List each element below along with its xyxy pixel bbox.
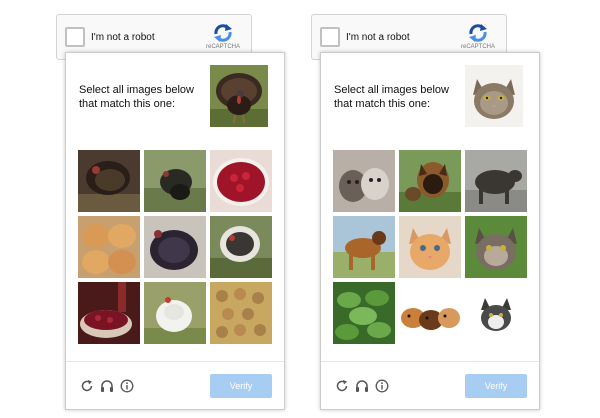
recaptcha-arrows-icon (214, 24, 232, 42)
grid-tile-cat[interactable] (465, 216, 527, 278)
grid-tile-turkey[interactable] (210, 216, 272, 278)
robot-checkbox[interactable] (320, 27, 340, 47)
recaptcha-logo: reCAPTCHA (456, 23, 500, 50)
grid-tile-nuts[interactable] (210, 282, 272, 344)
checkbox-label: I'm not a robot (346, 32, 410, 43)
grid-tile-kitten[interactable] (465, 282, 527, 344)
image-challenge-panel: Select all images below that match this … (65, 52, 285, 410)
info-icon[interactable] (120, 379, 134, 393)
grid-tile-turkey[interactable] (144, 150, 206, 212)
grid-tile-cranberries[interactable] (210, 150, 272, 212)
grid-tile-dog[interactable] (333, 216, 395, 278)
grid-tile-turkey[interactable] (144, 282, 206, 344)
grid-tile-plant[interactable] (333, 282, 395, 344)
challenge-prompt: Select all images below that match this … (79, 84, 194, 110)
verify-button[interactable]: Verify (465, 374, 527, 398)
grid-tile-bread-rolls[interactable] (78, 216, 140, 278)
refresh-icon[interactable] (80, 379, 94, 393)
challenge-prompt: Select all images below that match this … (334, 84, 449, 110)
headphones-icon[interactable] (355, 379, 369, 393)
headphones-icon[interactable] (100, 379, 114, 393)
recaptcha-brand: reCAPTCHA (460, 44, 495, 50)
challenge-footer: Verify (321, 361, 539, 409)
target-image-turkey (210, 65, 268, 127)
robot-checkbox[interactable] (65, 27, 85, 47)
grid-tile-kittens[interactable] (333, 150, 395, 212)
checkbox-label: I'm not a robot (91, 32, 155, 43)
grid-tile-dog[interactable] (465, 150, 527, 212)
target-image-cat (465, 65, 523, 127)
image-grid (333, 150, 527, 344)
grid-tile-turkey[interactable] (144, 216, 206, 278)
recaptcha-logo: reCAPTCHA (201, 23, 245, 50)
grid-tile-guinea-pigs[interactable] (399, 282, 461, 344)
grid-tile-turkey[interactable] (78, 150, 140, 212)
grid-tile-cranberry-dish[interactable] (78, 282, 140, 344)
recaptcha-arrows-icon (469, 24, 487, 42)
info-icon[interactable] (375, 379, 389, 393)
image-grid (78, 150, 272, 344)
challenge-footer: Verify (66, 361, 284, 409)
grid-tile-kitten[interactable] (399, 216, 461, 278)
grid-tile-dog[interactable] (399, 150, 461, 212)
verify-button[interactable]: Verify (210, 374, 272, 398)
refresh-icon[interactable] (335, 379, 349, 393)
image-challenge-panel: Select all images below that match this … (320, 52, 540, 410)
recaptcha-brand: reCAPTCHA (205, 44, 240, 50)
